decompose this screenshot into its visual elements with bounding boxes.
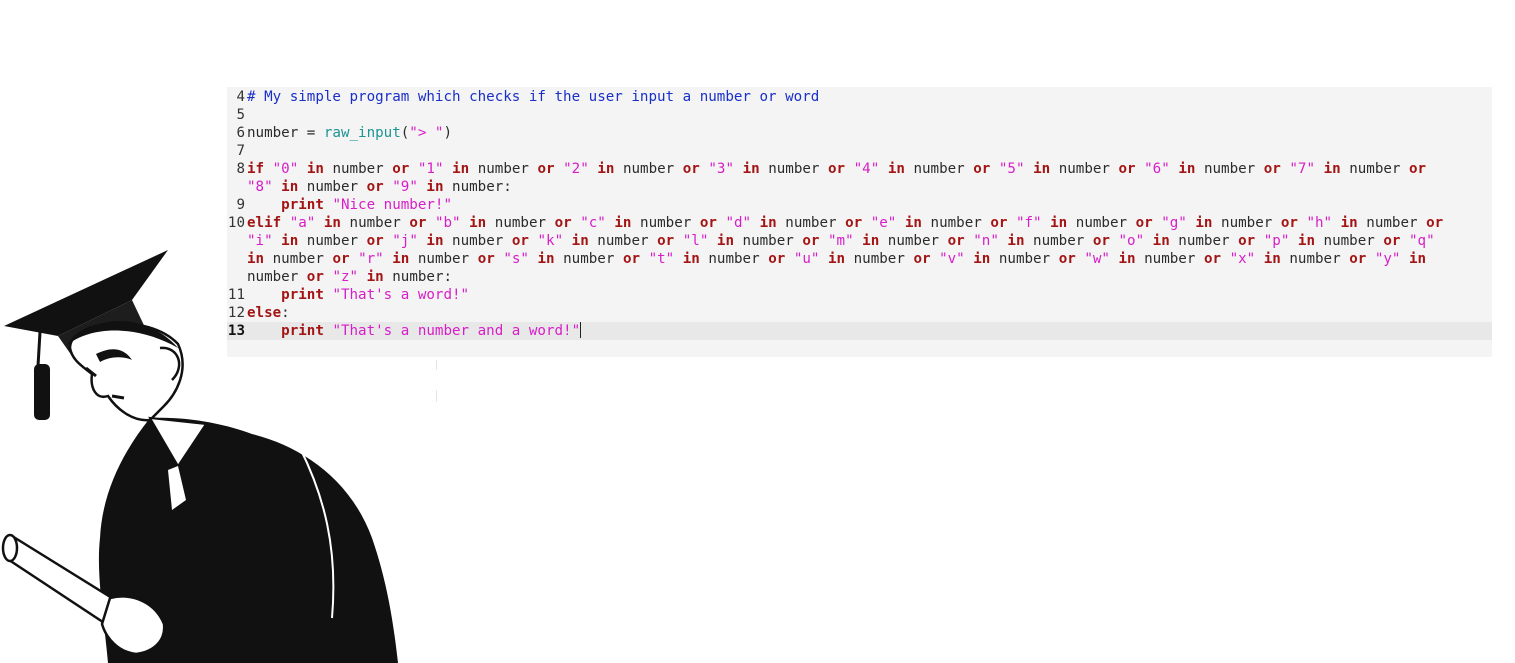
code-text: if "0" in number or "1" in number or "2"…	[247, 161, 1427, 177]
line-number: 5	[236, 107, 245, 123]
code-line: 7	[227, 142, 1492, 160]
code-lines: 4 # My simple program which checks if the…	[227, 88, 1492, 340]
code-text: elif "a" in number or "b" in number or "…	[247, 215, 1444, 231]
line-number: 6	[236, 125, 245, 141]
code-text: # My simple program which checks if the …	[247, 89, 820, 105]
code-line: 12 else:	[227, 304, 1492, 322]
code-line: number or "z" in number:	[227, 268, 1492, 286]
code-line: 10 elif "a" in number or "b" in number or…	[227, 214, 1492, 232]
code-line: 4 # My simple program which checks if the…	[227, 88, 1492, 106]
code-text-wrapped: "i" in number or "j" in number or "k" in…	[247, 233, 1435, 249]
code-text: print "Nice number!"	[281, 197, 453, 213]
student-head	[66, 321, 184, 422]
divider	[436, 360, 437, 370]
current-code-line: 13 print "That's a number and a word!"	[227, 322, 1492, 340]
code-line: 11 print "That's a word!"	[227, 286, 1492, 304]
code-line: 9 print "Nice number!"	[227, 196, 1492, 214]
divider	[436, 390, 437, 402]
code-text-wrapped: in number or "r" in number or "s" in num…	[247, 251, 1427, 267]
code-line: in number or "r" in number or "s" in num…	[227, 250, 1492, 268]
code-line: "8" in number or "9" in number:	[227, 178, 1492, 196]
code-line: 8 if "0" in number or "1" in number or "2…	[227, 160, 1492, 178]
code-line: 5	[227, 106, 1492, 124]
code-editor[interactable]: 4 # My simple program which checks if the…	[227, 87, 1492, 357]
code-line: "i" in number or "j" in number or "k" in…	[227, 232, 1492, 250]
line-number: 10	[227, 215, 245, 231]
line-number: 9	[236, 197, 245, 213]
line-number: 4	[236, 89, 245, 105]
line-number: 8	[236, 161, 245, 177]
code-text-wrapped: "8" in number or "9" in number:	[247, 179, 512, 195]
graduate-student-illustration	[1, 250, 399, 663]
line-number: 7	[236, 143, 245, 159]
code-text: number = raw_input("> ")	[247, 125, 453, 141]
code-line: 6 number = raw_input("> ")	[227, 124, 1492, 142]
text-cursor	[580, 322, 582, 338]
